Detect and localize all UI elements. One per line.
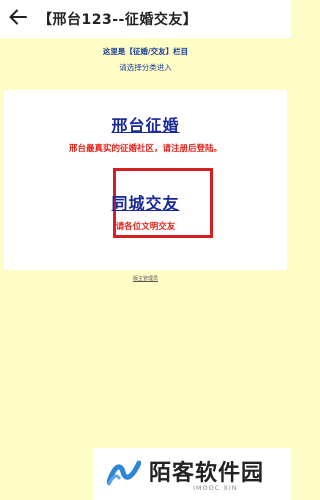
section-zhenghun: 邢台征婚 邢台最真实的征婚社区，请注册后登陆。 [4,112,287,154]
intro-line-1: 这里是【征婚/交友】栏目 [102,47,189,56]
intro-text: 这里是【征婚/交友】栏目 请选择分类进入 [0,44,291,74]
page-title: 【邢台123--征婚交友】 [38,12,198,28]
jiaoyou-description: 请各位文明交友 [115,222,176,232]
watermark-subtext: IMOOC XIN [193,484,238,492]
watermark: 陌客软件园 IMOOC XIN [93,448,291,500]
jiaoyou-link[interactable]: 同城交友 [111,190,179,214]
top-bar: 【邢台123--征婚交友】 [0,0,291,38]
intro-line-2: 请选择分类进入 [119,63,172,72]
footer: 陌客软件园 IMOOC XIN [0,446,291,500]
back-button[interactable] [0,0,36,38]
zhenghun-description: 邢台最真实的征婚社区，请注册后登陆。 [68,144,222,154]
admin-link[interactable]: 版主管理员 [0,275,291,282]
arrow-left-icon [9,9,27,29]
zhenghun-link[interactable]: 邢台征婚 [111,112,179,136]
category-card: 邢台征婚 邢台最真实的征婚社区，请注册后登陆。 同城交友 请各位文明交友 [4,90,287,270]
wave-logo-icon [106,460,142,486]
watermark-name: 陌客软件园 [149,461,265,486]
section-jiaoyou: 同城交友 请各位文明交友 [4,190,287,232]
